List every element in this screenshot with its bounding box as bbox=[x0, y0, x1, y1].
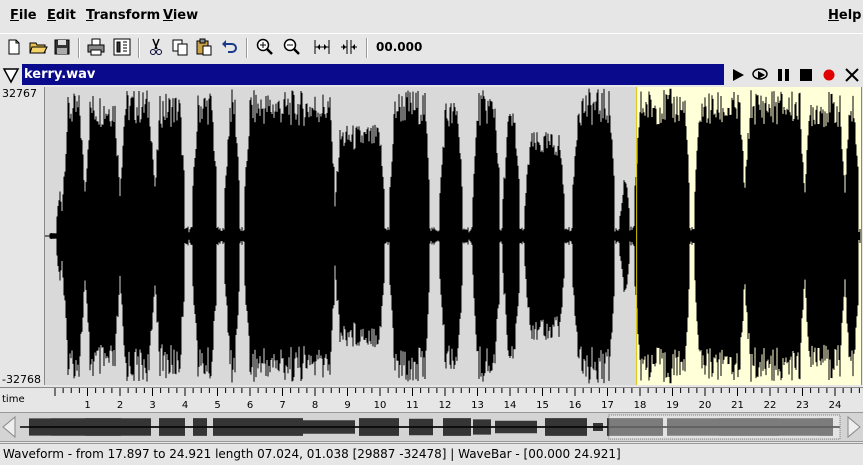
close-icon[interactable] bbox=[842, 65, 862, 85]
status-text: Waveform - from 17.897 to 24.921 length … bbox=[3, 447, 621, 461]
time-tick-label: 3 bbox=[149, 400, 155, 411]
undo-icon[interactable] bbox=[219, 37, 239, 57]
save-icon[interactable] bbox=[52, 37, 72, 57]
time-tick-label: 23 bbox=[796, 400, 809, 411]
time-axis-label: time bbox=[2, 394, 25, 405]
menu-file[interactable]: File bbox=[10, 8, 37, 23]
print-icon[interactable] bbox=[86, 37, 106, 57]
amplitude-min-label: -32768 bbox=[2, 373, 41, 386]
time-tick-label: 6 bbox=[247, 400, 253, 411]
time-tick-label: 15 bbox=[536, 400, 549, 411]
time-tick-label: 8 bbox=[312, 400, 318, 411]
time-tick-label: 10 bbox=[374, 400, 387, 411]
stop-icon[interactable] bbox=[796, 65, 816, 85]
open-folder-icon[interactable] bbox=[28, 37, 48, 57]
overview-selection[interactable] bbox=[608, 414, 841, 440]
time-tick-label: 24 bbox=[829, 400, 842, 411]
time-tick-label: 7 bbox=[279, 400, 285, 411]
zoom-fit-icon[interactable] bbox=[312, 37, 332, 57]
time-tick-label: 1 bbox=[84, 400, 90, 411]
time-ruler: 1 2 3 4 5 6 7 8 9 10 11 12 13 14 15 16 17 18 19 20 21 22 23 24 bbox=[54, 388, 860, 411]
copy-icon[interactable] bbox=[170, 37, 190, 57]
cut-icon[interactable] bbox=[146, 37, 166, 57]
time-tick-label: 9 bbox=[344, 400, 350, 411]
zoom-in-icon[interactable] bbox=[255, 37, 275, 57]
time-tick-label: 22 bbox=[764, 400, 777, 411]
document-filename: kerry.wav bbox=[24, 67, 96, 82]
menu-help[interactable]: Help bbox=[828, 8, 861, 23]
status-bar: Waveform - from 17.897 to 24.921 length … bbox=[0, 443, 863, 465]
collapse-triangle-icon[interactable] bbox=[2, 66, 20, 84]
toolbar: 00.000 bbox=[0, 33, 863, 62]
menu-edit[interactable]: Edit bbox=[47, 8, 76, 23]
time-tick-label: 19 bbox=[666, 400, 679, 411]
document-header: kerry.wav bbox=[0, 63, 863, 87]
paste-icon[interactable] bbox=[194, 37, 214, 57]
wavebar-overview[interactable] bbox=[0, 412, 863, 442]
time-axis: time 1 2 3 4 5 6 7 8 9 10 11 12 13 14 15 16 17 18 19 20 21 22… bbox=[0, 387, 863, 412]
record-icon[interactable] bbox=[819, 65, 839, 85]
time-tick-label: 5 bbox=[214, 400, 220, 411]
waveform-view[interactable] bbox=[45, 87, 862, 385]
time-tick-label: 4 bbox=[182, 400, 188, 411]
time-tick-label: 21 bbox=[731, 400, 744, 411]
time-tick-label: 14 bbox=[504, 400, 517, 411]
time-readout: 00.000 bbox=[376, 40, 423, 54]
time-tick-label: 2 bbox=[117, 400, 123, 411]
time-tick-label: 17 bbox=[601, 400, 614, 411]
menu-view[interactable]: View bbox=[163, 8, 198, 23]
time-tick-label: 11 bbox=[406, 400, 419, 411]
new-file-icon[interactable] bbox=[4, 37, 24, 57]
time-tick-label: 12 bbox=[439, 400, 452, 411]
amplitude-max-label: 32767 bbox=[2, 87, 37, 100]
overview-signal bbox=[20, 414, 841, 440]
waveform-signal bbox=[45, 88, 861, 384]
menubar: File Edit Transform View Help bbox=[0, 0, 863, 31]
time-tick-label: 13 bbox=[471, 400, 484, 411]
wavebar-canvas bbox=[2, 414, 861, 440]
zoom-out-icon[interactable] bbox=[282, 37, 302, 57]
scroll-right-icon[interactable] bbox=[847, 415, 861, 439]
menu-transform[interactable]: Transform bbox=[86, 8, 160, 23]
time-tick-label: 18 bbox=[634, 400, 647, 411]
document-titlebar[interactable]: kerry.wav bbox=[22, 64, 724, 85]
pause-icon[interactable] bbox=[774, 65, 794, 85]
amplitude-axis: 32767 -32768 bbox=[0, 87, 45, 386]
play-icon[interactable] bbox=[728, 65, 748, 85]
waveform-envelope bbox=[49, 88, 861, 384]
zoom-selection-icon[interactable] bbox=[339, 37, 359, 57]
loop-play-icon[interactable] bbox=[751, 65, 771, 85]
scroll-left-icon[interactable] bbox=[2, 415, 16, 439]
properties-icon[interactable] bbox=[112, 37, 132, 57]
time-tick-label: 20 bbox=[699, 400, 712, 411]
time-tick-label: 16 bbox=[569, 400, 582, 411]
